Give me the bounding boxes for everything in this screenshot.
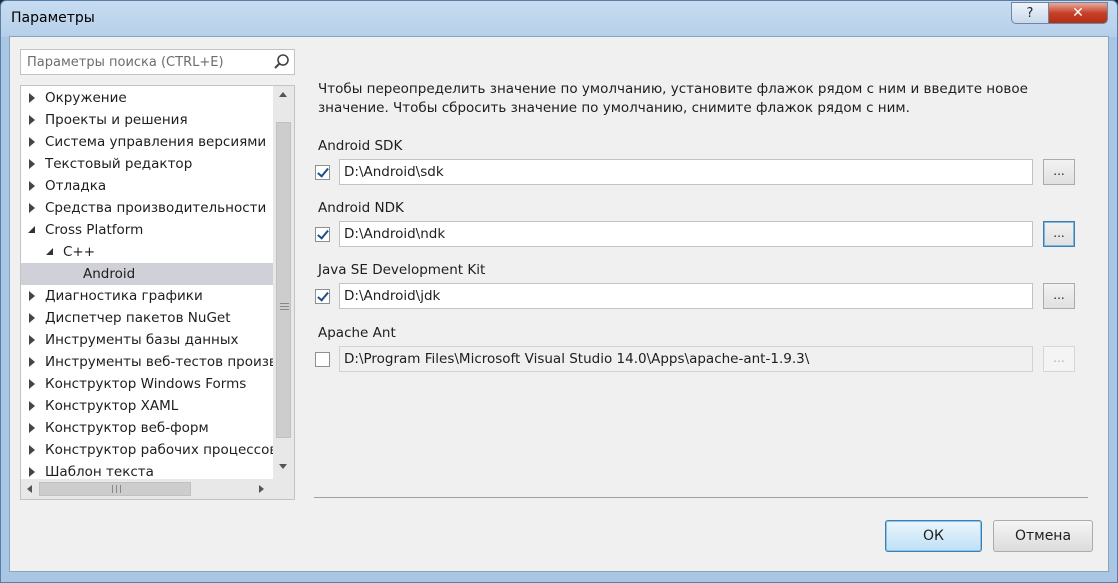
search-input[interactable] <box>21 50 269 74</box>
tree-item[interactable]: Конструктор рабочих процессов <box>21 439 273 461</box>
tree-item[interactable]: Проекты и решения <box>21 109 273 131</box>
expanded-arrow-icon[interactable] <box>27 225 37 235</box>
apache-ant-path-input[interactable] <box>339 346 1033 372</box>
collapsed-arrow-icon[interactable] <box>27 357 37 367</box>
help-button[interactable]: ? <box>1011 2 1049 24</box>
tree-item-label: C++ <box>63 244 96 260</box>
tree-item[interactable]: Диспетчер пакетов NuGet <box>21 307 273 329</box>
collapsed-arrow-icon[interactable] <box>27 291 37 301</box>
grip-icon <box>112 485 121 493</box>
collapsed-arrow-icon[interactable] <box>27 379 37 389</box>
android-ndk-browse-button[interactable]: ... <box>1043 221 1075 247</box>
collapsed-arrow-icon[interactable] <box>27 313 37 323</box>
tree-item-label: Cross Platform <box>45 222 144 238</box>
scroll-left-icon[interactable] <box>27 485 32 493</box>
collapsed-arrow-icon[interactable] <box>27 181 37 191</box>
tree-item[interactable]: Отладка <box>21 175 273 197</box>
title-bar: Параметры ? ✕ <box>1 1 1117 37</box>
footer-separator <box>314 497 1088 498</box>
panel-description: Чтобы переопределить значение по умолчан… <box>318 81 1028 116</box>
tree-item-label: Конструктор рабочих процессов <box>45 442 273 458</box>
tree-item-label: Отладка <box>45 178 107 194</box>
tree-item[interactable]: Конструктор XAML <box>21 395 273 417</box>
jdk-browse-button[interactable]: ... <box>1043 283 1075 309</box>
tree-item-label: Конструктор веб-форм <box>45 420 209 436</box>
jdk-label: Java SE Development Kit <box>318 262 486 278</box>
help-icon: ? <box>1026 5 1034 21</box>
android-ndk-checkbox[interactable] <box>315 227 330 242</box>
horizontal-scroll-thumb[interactable] <box>39 482 191 496</box>
collapsed-arrow-icon[interactable] <box>27 401 37 411</box>
tree-item-label: Конструктор XAML <box>45 398 179 414</box>
collapsed-arrow-icon[interactable] <box>27 203 37 213</box>
tree-item-label: Средства производительности <box>45 200 267 216</box>
tree-item-label: Инструменты веб-тестов произв <box>45 354 273 370</box>
collapsed-arrow-icon[interactable] <box>27 159 37 169</box>
tree-item-label: Конструктор Windows Forms <box>45 376 247 392</box>
android-sdk-path-input[interactable] <box>339 159 1033 185</box>
tree-item-label: Инструменты базы данных <box>45 332 239 348</box>
tree-item-label: Проекты и решения <box>45 112 188 128</box>
options-tree: Окружение Проекты и решения Система управл… <box>20 85 295 500</box>
scroll-up-icon[interactable] <box>279 92 287 97</box>
expanded-arrow-icon[interactable] <box>45 247 55 257</box>
tree-item[interactable]: Инструменты веб-тестов произв <box>21 351 273 373</box>
jdk-checkbox[interactable] <box>315 289 330 304</box>
apache-ant-browse-button[interactable]: ... <box>1043 346 1075 372</box>
tree-vertical-scrollbar[interactable] <box>273 86 294 480</box>
options-search <box>20 49 295 75</box>
scroll-down-icon[interactable] <box>279 464 287 469</box>
android-sdk-browse-button[interactable]: ... <box>1043 159 1075 185</box>
tree-item[interactable]: Диагностика графики <box>21 285 273 307</box>
grip-icon <box>280 303 289 310</box>
tree-item[interactable]: Средства производительности <box>21 197 273 219</box>
android-sdk-checkbox[interactable] <box>315 165 330 180</box>
android-ndk-label: Android NDK <box>318 200 404 216</box>
tree-item[interactable]: Конструктор веб-форм <box>21 417 273 439</box>
tree-item[interactable]: Cross Platform <box>21 219 273 241</box>
collapsed-arrow-icon[interactable] <box>27 335 37 345</box>
tree-item-label: Диагностика графики <box>45 288 203 304</box>
scroll-right-icon[interactable] <box>259 485 264 493</box>
vertical-scroll-thumb[interactable] <box>276 122 291 438</box>
tree-item[interactable]: C++ <box>21 241 273 263</box>
collapsed-arrow-icon[interactable] <box>27 93 37 103</box>
apache-ant-label: Apache Ant <box>318 325 396 341</box>
tree-horizontal-scrollbar[interactable] <box>21 479 294 499</box>
apache-ant-checkbox[interactable] <box>315 352 330 367</box>
ok-button[interactable]: ОК <box>885 520 982 552</box>
collapsed-arrow-icon[interactable] <box>27 137 37 147</box>
tree-item[interactable]: Система управления версиями <box>21 131 273 153</box>
tree-item[interactable]: Инструменты базы данных <box>21 329 273 351</box>
tree-item[interactable]: Текстовый редактор <box>21 153 273 175</box>
tree-item-label: Android <box>83 266 136 282</box>
tree-item[interactable]: Конструктор Windows Forms <box>21 373 273 395</box>
tree-item-label: Система управления версиями <box>45 134 267 150</box>
collapsed-arrow-icon[interactable] <box>27 445 37 455</box>
cancel-button[interactable]: Отмена <box>993 520 1093 552</box>
options-dialog: Параметры ? ✕ Окружение Проекты и решения… <box>0 0 1118 583</box>
close-icon: ✕ <box>1072 5 1084 21</box>
tree-items: Окружение Проекты и решения Система управл… <box>21 87 273 483</box>
dialog-title: Параметры <box>11 10 95 26</box>
collapsed-arrow-icon[interactable] <box>27 467 37 477</box>
tree-item[interactable]: Android <box>21 263 273 285</box>
android-sdk-label: Android SDK <box>318 138 403 154</box>
tree-item[interactable]: Окружение <box>21 87 273 109</box>
tree-item-label: Диспетчер пакетов NuGet <box>45 310 231 326</box>
tree-item-label: Окружение <box>45 90 127 106</box>
tree-item-label: Текстовый редактор <box>45 156 193 172</box>
jdk-path-input[interactable] <box>339 283 1033 309</box>
close-button[interactable]: ✕ <box>1048 2 1108 24</box>
search-icon[interactable] <box>272 52 292 72</box>
collapsed-arrow-icon[interactable] <box>27 115 37 125</box>
android-ndk-path-input[interactable] <box>339 221 1033 247</box>
collapsed-arrow-icon[interactable] <box>27 423 37 433</box>
dialog-client-area: Окружение Проекты и решения Система управл… <box>9 36 1109 572</box>
